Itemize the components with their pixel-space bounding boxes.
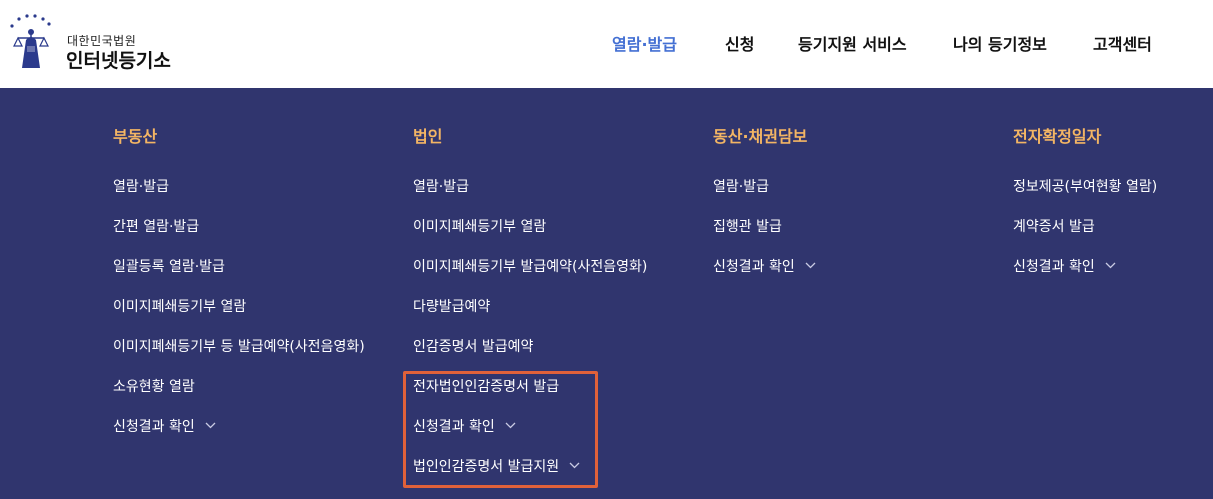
menu-item-label: 일괄등록 열람·발급: [113, 259, 225, 275]
menu-item[interactable]: 소유현황 열람: [113, 376, 195, 398]
court-emblem-icon: [10, 14, 51, 68]
menu-item[interactable]: 집행관 발급: [713, 216, 782, 238]
menu-item-label: 집행관 발급: [713, 219, 782, 235]
menu-item-label: 신청결과 확인: [113, 419, 195, 435]
menu-item[interactable]: 열람·발급: [713, 176, 769, 198]
column-title-real-estate[interactable]: 부동산: [113, 123, 157, 147]
nav-my-registry[interactable]: 나의 등기정보: [953, 31, 1047, 55]
column-title-corporation[interactable]: 법인: [413, 123, 442, 147]
menu-item-label: 소유현황 열람: [113, 379, 195, 395]
nav-registry-support[interactable]: 등기지원 서비스: [798, 31, 907, 55]
menu-item[interactable]: 열람·발급: [413, 176, 469, 198]
menu-item-label: 이미지폐쇄등기부 등 발급예약(사전음영화): [113, 339, 365, 355]
menu-item-expandable[interactable]: 신청결과 확인: [1013, 256, 1116, 278]
menu-item[interactable]: 정보제공(부여현황 열람): [1013, 176, 1157, 198]
menu-item[interactable]: 이미지폐쇄등기부 발급예약(사전음영화): [413, 256, 647, 278]
menu-item-label: 신청결과 확인: [713, 259, 795, 275]
chevron-down-icon: [205, 422, 216, 428]
menu-item[interactable]: 이미지폐쇄등기부 등 발급예약(사전음영화): [113, 336, 365, 358]
menu-item-label: 신청결과 확인: [1013, 259, 1095, 275]
menu-item[interactable]: 다량발급예약: [413, 296, 490, 318]
chevron-down-icon: [1105, 262, 1116, 268]
menu-item[interactable]: 계약증서 발급: [1013, 216, 1095, 238]
column-title-electronic-date[interactable]: 전자확정일자: [1013, 123, 1101, 147]
menu-item[interactable]: 이미지폐쇄등기부 열람: [113, 296, 246, 318]
menu-item[interactable]: 이미지폐쇄등기부 열람: [413, 216, 546, 238]
site-name: 인터넷등기소: [66, 50, 171, 72]
menu-item-expandable[interactable]: 신청결과 확인: [713, 256, 816, 278]
menu-item-label: 다량발급예약: [413, 299, 491, 315]
menu-item-label: 정보제공(부여현황 열람): [1013, 179, 1158, 195]
menu-item[interactable]: 일괄등록 열람·발급: [113, 256, 225, 278]
menu-item-label: 이미지폐쇄등기부 열람: [413, 219, 547, 235]
menu-item-label: 계약증서 발급: [1013, 219, 1095, 235]
site-logo[interactable]: 대한민국법원 인터넷등기소: [4, 10, 204, 74]
column-title-movable-collateral[interactable]: 동산·채권담보: [713, 123, 807, 147]
nav-apply[interactable]: 신청: [725, 31, 754, 55]
menu-item[interactable]: 인감증명서 발급예약: [413, 336, 533, 358]
menu-item-label: 열람·발급: [413, 179, 469, 195]
menu-item[interactable]: 열람·발급: [113, 176, 169, 198]
menu-item[interactable]: 간편 열람·발급: [113, 216, 199, 238]
menu-item-expandable[interactable]: 신청결과 확인: [113, 416, 216, 438]
nav-customer-center[interactable]: 고객센터: [1093, 31, 1152, 55]
chevron-down-icon: [805, 262, 816, 268]
menu-item-label: 간편 열람·발급: [113, 219, 200, 235]
menu-item-label: 이미지폐쇄등기부 열람: [113, 299, 247, 315]
menu-item-label: 이미지폐쇄등기부 발급예약(사전음영화): [413, 259, 648, 275]
menu-item-label: 열람·발급: [713, 179, 769, 195]
menu-item-label: 인감증명서 발급예약: [413, 339, 534, 355]
highlight-annotation-box: [403, 371, 598, 488]
mega-menu: 부동산 열람·발급 간편 열람·발급 일괄등록 열람·발급 이미지폐쇄등기부 열…: [0, 88, 1213, 499]
menu-item-label: 열람·발급: [113, 179, 169, 195]
site-header: 대한민국법원 인터넷등기소 열람·발급 신청 등기지원 서비스 나의 등기정보 …: [0, 0, 1213, 88]
nav-view-issue[interactable]: 열람·발급: [611, 31, 678, 55]
